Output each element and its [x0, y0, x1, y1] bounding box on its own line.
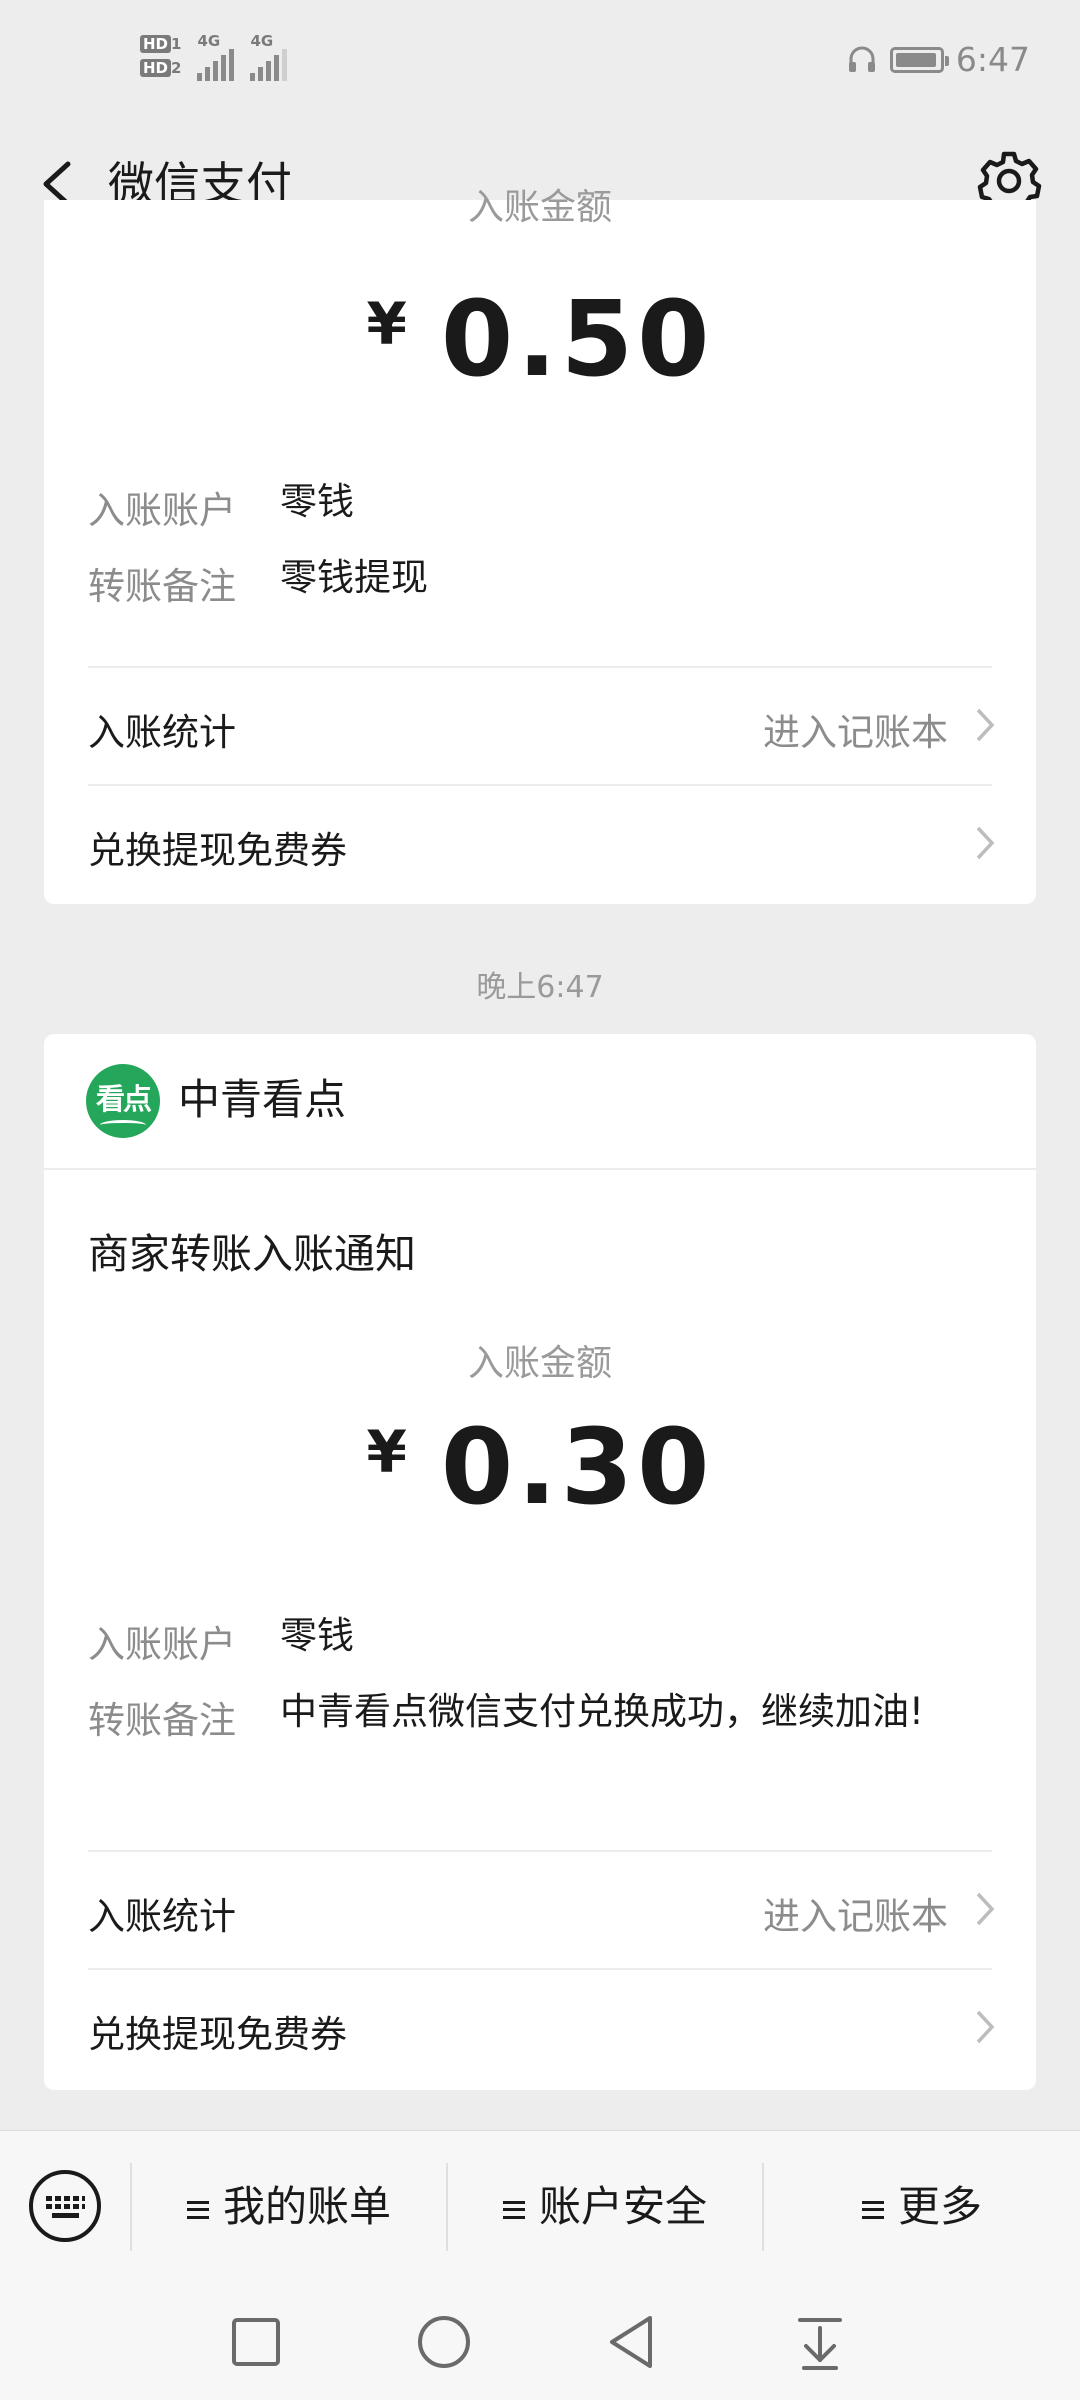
keyboard-icon: [29, 2170, 101, 2242]
notification-pull-button[interactable]: [790, 2312, 850, 2372]
menu-list-icon: [186, 2200, 209, 2219]
amount-value: 0.50: [440, 278, 714, 400]
signal-indicators: HD 1 HD 2 4G 4G: [140, 32, 288, 81]
account-label: 入账账户: [88, 489, 236, 532]
network-type-1: 4G: [197, 32, 221, 50]
home-button[interactable]: [414, 2312, 474, 2372]
account-label: 入账账户: [88, 1623, 236, 1666]
sim-1-label: 1: [171, 35, 182, 53]
notice-title: 商家转账入账通知: [88, 1230, 416, 1278]
status-right: 6:47: [846, 40, 1030, 79]
remark-value: 中青看点微信支付兑换成功，继续加油!: [280, 1690, 924, 1733]
amount-label: 入账金额: [467, 1343, 612, 1384]
amount-value: 0.30: [440, 1406, 714, 1528]
message-timestamp: 晚上6:47: [476, 970, 604, 1005]
menu-label: 更多: [897, 2182, 982, 2231]
chevron-right-icon: [976, 2010, 995, 2044]
stats-label: 入账统计: [88, 1895, 236, 1938]
merchant-logo[interactable]: 看点: [86, 1064, 160, 1138]
clock: 6:47: [955, 40, 1030, 79]
menu-list-icon: [861, 2200, 884, 2219]
triangle-back-icon: [610, 2316, 652, 2368]
currency-symbol: ¥: [366, 1418, 407, 1486]
signal-1: 4G: [197, 32, 235, 81]
system-back-button[interactable]: [602, 2312, 662, 2372]
coupon-label: 兑换提现免费券: [88, 829, 347, 872]
menu-label: 我的账单: [222, 2182, 391, 2231]
chevron-right-icon: [976, 708, 995, 742]
ledger-link[interactable]: 进入记账本: [763, 1886, 948, 1940]
recent-apps-button[interactable]: [226, 2312, 286, 2372]
ledger-link[interactable]: 进入记账本: [763, 702, 948, 756]
stats-label: 入账统计: [88, 711, 236, 754]
chevron-right-icon: [976, 1892, 995, 1926]
bottom-menu: 我的账单 账户安全 更多: [0, 2130, 1080, 2283]
coupon-label: 兑换提现免费券: [88, 2013, 347, 2056]
hd-badges: HD 1 HD 2: [140, 34, 181, 78]
logo-text: 看点: [95, 1082, 152, 1116]
headset-icon: [848, 46, 875, 72]
remark-label: 转账备注: [88, 565, 236, 608]
stats-row[interactable]: 入账统计 进入记账本: [44, 1852, 1036, 1968]
hd-badge-1: HD 1: [140, 34, 181, 54]
coupon-row[interactable]: 兑换提现免费券: [44, 1970, 1036, 2086]
account-value: 零钱: [280, 480, 354, 523]
account-value: 零钱: [280, 1614, 354, 1657]
currency-symbol: ¥: [366, 290, 407, 358]
signal-bars-icon: [250, 49, 288, 81]
signal-bars-icon: [197, 49, 235, 81]
amount-display: ¥0.50: [44, 278, 1036, 400]
menu-label: 账户安全: [538, 2182, 707, 2231]
sim-2-label: 2: [171, 59, 182, 77]
battery-icon: [889, 46, 949, 73]
merchant-name[interactable]: 中青看点: [178, 1068, 346, 1132]
menu-account-security[interactable]: 账户安全: [448, 2177, 762, 2237]
transfer-card-2: 看点 中青看点 商家转账入账通知 入账金额 ¥0.30 入账账户 零钱 转账备注…: [44, 1034, 1036, 2090]
divider: [44, 1168, 1036, 1170]
keyboard-toggle-button[interactable]: [28, 2169, 102, 2243]
menu-list-icon: [502, 2200, 525, 2219]
chevron-right-icon: [976, 826, 995, 860]
book-icon: [100, 1120, 146, 1130]
transfer-card-1: 入账金额 ¥0.50 入账账户 零钱 转账备注 零钱提现 入账统计 进入记账本 …: [44, 187, 1036, 904]
signal-2: 4G: [250, 32, 288, 81]
remark-label: 转账备注: [88, 1699, 236, 1742]
square-icon: [232, 2318, 280, 2366]
circle-icon: [418, 2316, 470, 2368]
network-type-2: 4G: [250, 32, 274, 50]
system-navigation: [0, 2282, 1080, 2400]
stats-row[interactable]: 入账统计 进入记账本: [44, 668, 1036, 784]
remark-value: 零钱提现: [280, 556, 428, 599]
menu-my-bills[interactable]: 我的账单: [132, 2177, 446, 2237]
menu-more[interactable]: 更多: [764, 2177, 1080, 2237]
amount-label: 入账金额: [467, 187, 612, 228]
amount-display: ¥0.30: [44, 1406, 1036, 1528]
status-bar: HD 1 HD 2 4G 4G 6:47: [0, 0, 1080, 130]
coupon-row[interactable]: 兑换提现免费券: [44, 786, 1036, 902]
hd-badge-2: HD 2: [140, 58, 181, 78]
notification-pull-icon: [798, 2318, 842, 2370]
